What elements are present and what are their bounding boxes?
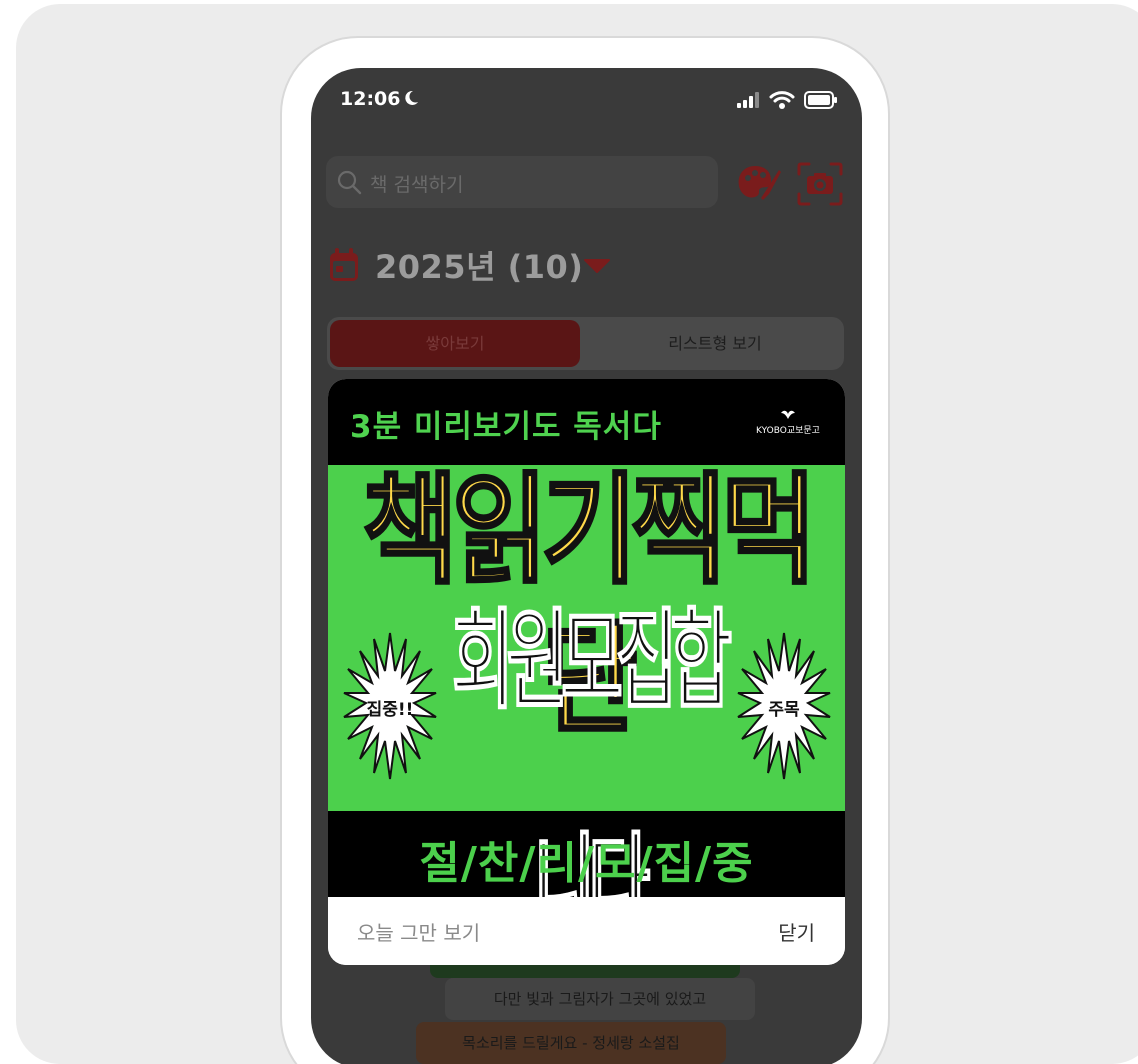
- ad-headline: 3분 미리보기도 독서다: [350, 409, 662, 445]
- burst-label-left: 집중!!: [366, 700, 414, 720]
- camera-icon[interactable]: [796, 162, 844, 206]
- app-screen: 12:06 책 검색하기 2025년 (10) 쌓아보기 리스트형 보기 다만 …: [311, 68, 862, 1064]
- search-placeholder: 책 검색하기: [370, 174, 464, 196]
- caret-down-icon[interactable]: [583, 258, 611, 274]
- ad-footer: 절/찬/리/모/집/중: [328, 811, 845, 897]
- moon-icon: [405, 90, 418, 105]
- view-toggle: 쌓아보기 리스트형 보기: [327, 317, 844, 370]
- book-item[interactable]: 목소리를 드릴게요 - 정세랑 소설집: [416, 1022, 726, 1064]
- close-button[interactable]: 닫기: [778, 917, 815, 946]
- popup-footer: 오늘 그만 보기 닫기: [328, 897, 845, 965]
- ad-header: 3분 미리보기도 독서다 KYOBO교보문고: [328, 379, 845, 465]
- wifi-icon: [769, 91, 795, 109]
- dismiss-today-button[interactable]: 오늘 그만 보기: [357, 917, 480, 946]
- burst-badge-left: 집중!!: [342, 631, 438, 781]
- signal-icon: [737, 92, 759, 108]
- palette-icon[interactable]: [737, 164, 781, 204]
- ad-banner[interactable]: 3분 미리보기도 독서다 KYOBO교보문고 책읽기찍먹단 집중!! 회원모집합…: [328, 379, 845, 950]
- tab-list-view[interactable]: 리스트형 보기: [589, 320, 841, 367]
- ad-green-panel: 책읽기찍먹단 집중!! 회원모집합니다 주목: [328, 458, 845, 950]
- battery-icon: [804, 91, 837, 109]
- burst-badge-right: 주목: [736, 631, 832, 781]
- promo-popup: 3분 미리보기도 독서다 KYOBO교보문고 책읽기찍먹단 집중!! 회원모집합…: [328, 379, 845, 965]
- calendar-icon[interactable]: [328, 247, 360, 283]
- search-icon: [337, 170, 362, 195]
- kyobo-bird-icon: [781, 410, 795, 419]
- status-time: 12:06: [340, 88, 401, 110]
- year-label[interactable]: 2025년 (10): [375, 242, 583, 288]
- book-item[interactable]: 다만 빛과 그림자가 그곳에 있었고: [445, 978, 755, 1020]
- burst-label-right: 주목: [768, 700, 800, 720]
- tab-stack-view[interactable]: 쌓아보기: [330, 320, 580, 367]
- kyobo-logo: KYOBO교보문고: [752, 409, 824, 436]
- search-input[interactable]: 책 검색하기: [326, 156, 718, 208]
- kyobo-logo-text: KYOBO교보문고: [756, 426, 820, 436]
- status-bar: 12:06: [311, 68, 862, 132]
- ad-slogan: 절/찬/리/모/집/중: [419, 838, 754, 889]
